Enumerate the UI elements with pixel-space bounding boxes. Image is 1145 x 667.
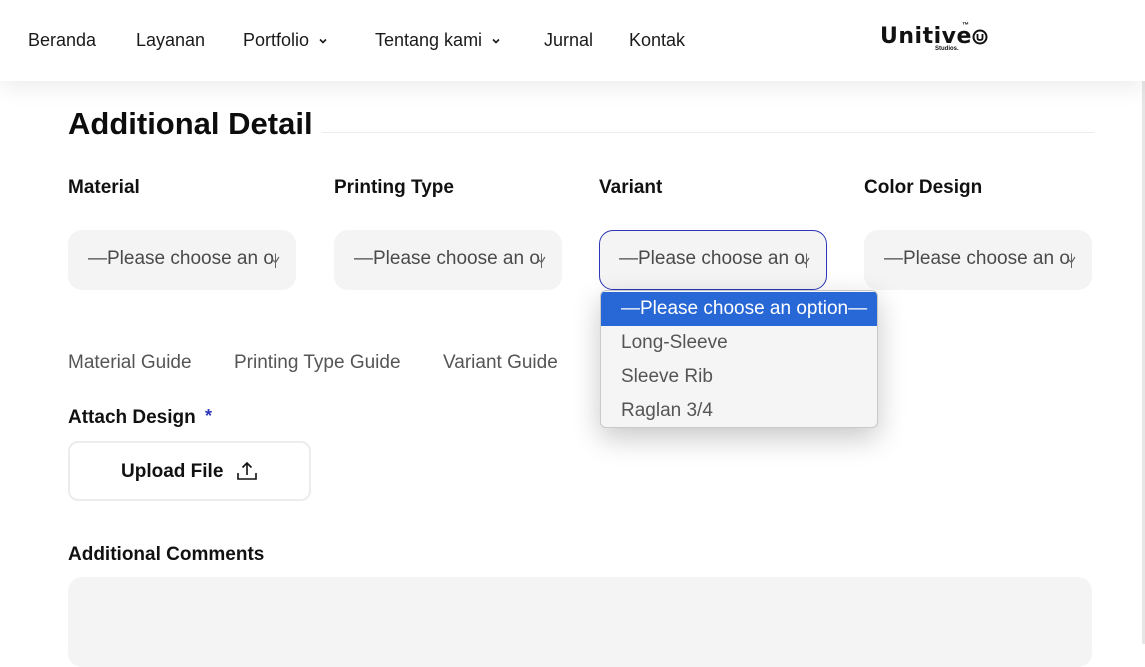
logo-circle-icon [972,29,988,45]
variant-guide-link[interactable]: Variant Guide [443,352,558,374]
logo-subtitle: Studios. [935,46,959,52]
nav-item-label: Jurnal [544,30,594,50]
upload-file-button[interactable]: Upload File [68,441,311,501]
material-select[interactable]: —Please choose an option— [68,230,296,290]
chevron-down-icon [271,256,280,264]
printing-type-select-value: —Please choose an option— [354,248,542,269]
variant-select[interactable]: —Please choose an option— [599,230,827,290]
printing-type-label: Printing Type [334,177,454,198]
variant-option-sleeve-rib[interactable]: Sleeve Rib [601,360,877,394]
top-navbar: Beranda Layanan Portfolio Tentang kami J… [0,0,1145,81]
nav-item-kontak[interactable]: Kontak [629,30,685,51]
variant-option-long-sleeve[interactable]: Long-Sleeve [601,326,877,360]
variant-dropdown-list: —Please choose an option— Long-Sleeve Sl… [600,290,878,428]
nav-item-jurnal[interactable]: Jurnal [544,30,593,51]
nav-item-label: Portfolio [243,30,310,50]
logo-trademark: ™ [962,22,969,29]
title-divider [322,132,1094,133]
printing-type-select[interactable]: —Please choose an option— [334,230,562,290]
chevron-down-icon [537,256,546,264]
variant-option-raglan[interactable]: Raglan 3/4 [601,394,877,427]
additional-comments-textarea[interactable] [68,577,1092,667]
required-asterisk: * [205,406,213,426]
color-design-select-value: —Please choose an option— [884,248,1072,269]
nav-item-label: Beranda [28,30,97,50]
color-design-label: Color Design [864,177,983,198]
material-select-value: —Please choose an option— [88,248,276,269]
nav-item-label: Kontak [629,30,686,50]
color-design-select[interactable]: —Please choose an option— [864,230,1092,290]
chevron-down-icon [1067,256,1076,264]
nav-item-portfolio[interactable]: Portfolio [243,30,329,51]
chevron-down-icon [492,38,500,44]
nav-item-label: Layanan [136,30,206,50]
attach-design-label: Attach Design [68,407,196,428]
material-guide-link[interactable]: Material Guide [68,352,192,374]
nav-item-label: Tentang kami [375,30,483,50]
nav-item-layanan[interactable]: Layanan [136,30,205,51]
chevron-down-icon [801,257,810,265]
variant-select-value: —Please choose an option— [619,248,807,269]
section-title: Additional Detail [68,106,313,141]
brand-logo[interactable]: Unitive ™ Studios. [880,22,988,52]
chevron-down-icon [319,38,327,44]
variant-option-placeholder[interactable]: —Please choose an option— [601,292,877,326]
nav-item-beranda[interactable]: Beranda [28,30,96,51]
upload-file-label: Upload File [121,461,224,482]
material-label: Material [68,177,140,198]
additional-comments-label: Additional Comments [68,544,265,565]
upload-icon [237,461,257,480]
variant-label: Variant [599,177,663,198]
nav-item-tentang-kami[interactable]: Tentang kami [375,30,502,51]
printing-type-guide-link[interactable]: Printing Type Guide [234,352,401,374]
